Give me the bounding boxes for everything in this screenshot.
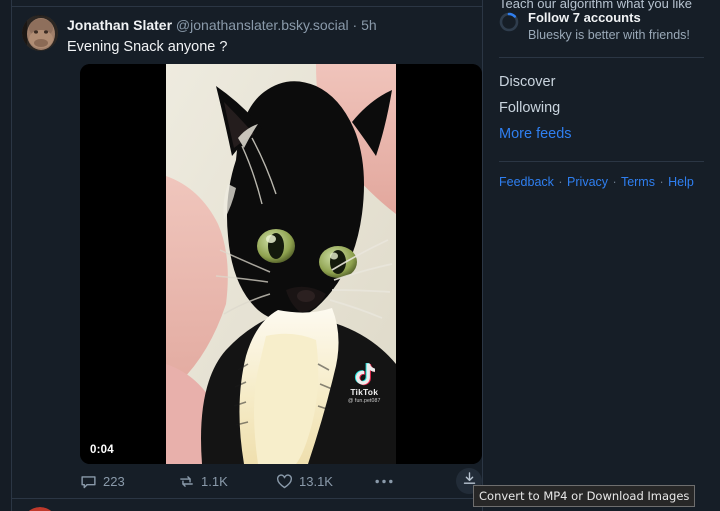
right-sidebar: Teach our algorithm what you like Follow… (483, 0, 720, 511)
footer-link-terms[interactable]: Terms (621, 175, 655, 189)
onboarding-text-block: Follow 7 accounts Bluesky is better with… (528, 10, 690, 43)
reply-button[interactable]: 223 (80, 473, 178, 490)
footer-link-help[interactable]: Help (668, 175, 694, 189)
bluesky-feed-screen: Jonathan Slater @jonathanslater.bsky.soc… (0, 0, 720, 511)
sidebar-item-discover[interactable]: Discover (499, 69, 704, 95)
footer-sep-3: · (659, 175, 664, 189)
like-count: 13.1K (299, 474, 333, 489)
post-timestamp: 5h (361, 17, 377, 33)
footer-sep-2: · (612, 175, 617, 189)
author-display-name[interactable]: Jonathan Slater (67, 17, 172, 33)
reply-count: 223 (103, 474, 125, 489)
feed-column: Jonathan Slater @jonathanslater.bsky.soc… (12, 0, 482, 511)
post-body-2: Tea Pain @teapainusa.bsky.social · 4h (67, 507, 472, 511)
heart-icon (276, 473, 293, 490)
ellipsis-icon (374, 473, 394, 490)
video-player[interactable]: TikTok @ fun.pet087 0:04 (80, 64, 482, 464)
more-options-button[interactable] (374, 473, 434, 490)
video-duration-badge: 0:04 (90, 444, 114, 456)
footer-link-privacy[interactable]: Privacy (567, 175, 608, 189)
author-handle[interactable]: @jonathanslater.bsky.social (176, 17, 349, 33)
progress-ring-icon (499, 12, 519, 32)
onboarding-title: Follow 7 accounts (528, 10, 641, 25)
repost-button[interactable]: 1.1K (178, 473, 276, 490)
comment-icon (80, 473, 97, 490)
repost-count: 1.1K (201, 474, 228, 489)
video-frame (166, 64, 396, 464)
post-action-bar: 223 1.1K 13.1K (80, 464, 482, 498)
post-jonathan-slater[interactable]: Jonathan Slater @jonathanslater.bsky.soc… (12, 7, 482, 498)
post-header-2: Tea Pain @teapainusa.bsky.social · 4h (22, 507, 472, 511)
sidebar-item-more-feeds[interactable]: More feeds (499, 121, 704, 147)
post-byline: Jonathan Slater @jonathanslater.bsky.soc… (67, 16, 472, 34)
footer-link-feedback[interactable]: Feedback (499, 175, 554, 189)
avatar-2[interactable] (22, 507, 58, 511)
onboarding-cutoff-text: Teach our algorithm what you like (499, 0, 692, 11)
onboarding-subtitle: Bluesky is better with friends! (528, 28, 690, 42)
footer-sep-1: · (558, 175, 563, 189)
sidebar-feeds-list: Discover Following More feeds (499, 58, 704, 147)
post-header: Jonathan Slater @jonathanslater.bsky.soc… (22, 15, 472, 57)
left-gutter (0, 0, 11, 511)
post-text: Evening Snack anyone ? (67, 39, 228, 55)
sidebar-footer-links: Feedback · Privacy · Terms · Help (499, 162, 704, 190)
like-button[interactable]: 13.1K (276, 473, 374, 490)
sidebar-item-following[interactable]: Following (499, 95, 704, 121)
download-tooltip: Convert to MP4 or Download Images (473, 485, 696, 507)
byline-separator: · (352, 17, 358, 33)
repost-icon (178, 473, 195, 490)
avatar[interactable] (22, 15, 58, 51)
post-tea-pain[interactable]: Tea Pain @teapainusa.bsky.social · 4h (12, 499, 482, 511)
post-body: Jonathan Slater @jonathanslater.bsky.soc… (67, 15, 472, 57)
